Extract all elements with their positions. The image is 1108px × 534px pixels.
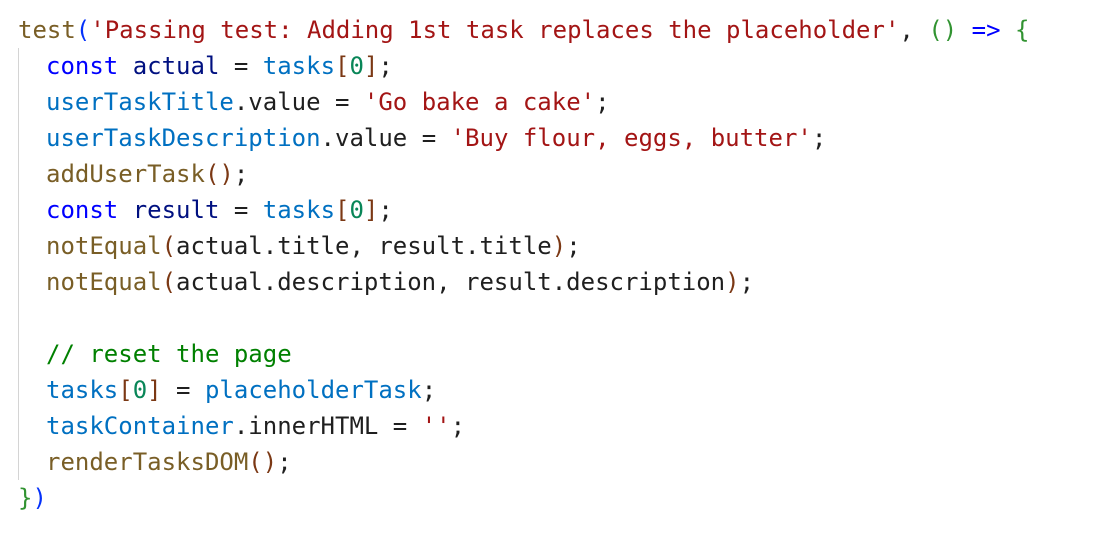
token-comma: , [899,16,929,44]
token-paren: ( [161,232,177,260]
token-bracket: ] [363,196,379,224]
token-variable: result [132,196,220,224]
indent-guide [18,192,19,228]
token-property: .value [233,88,321,116]
token-variable: taskContainer [46,412,234,440]
code-line-12: taskContainer.innerHTML = ''; [0,408,1108,444]
token-bracket: ] [363,52,379,80]
token-semicolon: ; [421,376,437,404]
code-editor[interactable]: test('Passing test: Adding 1st task repl… [0,12,1108,516]
token-arguments: actual.description, result.description [176,268,726,296]
indent-guide [18,48,19,84]
token-string: 'Buy flour, eggs, butter' [450,124,812,152]
code-line-4: userTaskDescription.value = 'Buy flour, … [0,120,1108,156]
code-line-14: }) [0,480,1108,516]
token-paren: () [248,448,278,476]
indent-guide [18,336,19,372]
indent-guide [18,228,19,264]
token-semicolon: ; [450,412,466,440]
code-line-3: userTaskTitle.value = 'Go bake a cake'; [0,84,1108,120]
token-operator: = [320,88,364,116]
token-variable: tasks [262,196,336,224]
token-number: 0 [132,376,148,404]
code-line-9-empty [0,300,1108,336]
indent-guide [18,300,19,336]
token-function: notEqual [46,232,162,260]
token-property: .value [320,124,408,152]
token-semicolon: ; [378,196,393,224]
token-paren: ) [725,268,740,296]
indent-guide [18,84,19,120]
code-line-8: notEqual(actual.description, result.desc… [0,264,1108,300]
token-number: 0 [349,52,364,80]
indent-guide [18,444,19,480]
code-line-1: test('Passing test: Adding 1st task repl… [0,12,1108,48]
indent-guide [18,120,19,156]
token-variable: tasks [46,376,119,404]
token-paren: () [928,16,958,44]
code-line-5: addUserTask(); [0,156,1108,192]
token-variable: actual [132,52,220,80]
code-line-7: notEqual(actual.title, result.title); [0,228,1108,264]
token-function: notEqual [46,268,162,296]
token-semicolon: ; [811,124,827,152]
token-keyword: const [46,196,119,224]
token-string: '' [421,412,451,440]
token-function: renderTasksDOM [46,448,249,476]
indent-guide [18,408,19,444]
code-line-2: const actual = tasks[0]; [0,48,1108,84]
token-bracket: ] [147,376,162,404]
token-comment: // reset the page [46,340,292,368]
token-variable: tasks [262,52,336,80]
token-paren: ( [161,268,177,296]
token-string: 'Go bake a cake' [363,88,596,116]
token-function: test [18,16,76,44]
token-string: 'Passing test: Adding 1st task replaces … [90,16,900,44]
token-keyword: const [46,52,119,80]
token-paren: ) [551,232,567,260]
token-paren: ) [32,484,47,512]
token-arrow: => [957,16,1016,44]
token-semicolon: ; [595,88,610,116]
token-operator: = [378,412,422,440]
token-semicolon: ; [566,232,581,260]
code-line-11: tasks[0] = placeholderTask; [0,372,1108,408]
token-variable: userTaskTitle [46,88,234,116]
code-line-6: const result = tasks[0]; [0,192,1108,228]
token-bracket: [ [335,196,350,224]
code-line-10: // reset the page [0,336,1108,372]
token-variable: userTaskDescription [46,124,321,152]
indent-guide [18,156,19,192]
token-brace: } [18,484,33,512]
token-operator: = [161,376,205,404]
token-operator: = [219,52,263,80]
token-paren: () [204,160,234,188]
token-semicolon: ; [378,52,393,80]
token-number: 0 [349,196,364,224]
token-operator: = [219,196,263,224]
token-arguments: actual.title, result.title [176,232,552,260]
indent-guide [18,264,19,300]
token-function: addUserTask [46,160,205,188]
token-semicolon: ; [277,448,292,476]
token-semicolon: ; [233,160,249,188]
token-brace: { [1015,16,1030,44]
token-paren: ( [75,16,91,44]
token-property: .innerHTML [233,412,379,440]
indent-guide [18,372,19,408]
code-line-13: renderTasksDOM(); [0,444,1108,480]
token-bracket: [ [335,52,350,80]
token-bracket: [ [118,376,133,404]
token-variable: placeholderTask [204,376,422,404]
token-operator: = [407,124,451,152]
token-semicolon: ; [739,268,755,296]
